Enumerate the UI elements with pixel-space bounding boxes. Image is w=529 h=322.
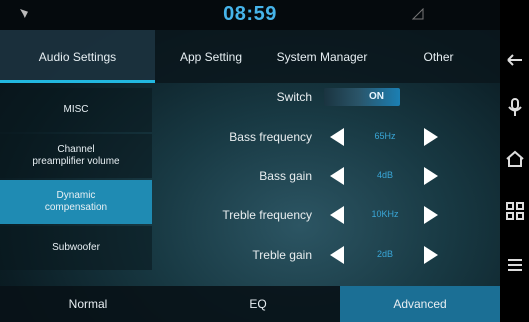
sidebar-item-misc[interactable]: MISC	[0, 88, 152, 132]
bass-frequency-label: Bass frequency	[229, 130, 312, 144]
tab-eq[interactable]: EQ	[176, 286, 340, 322]
bass-frequency-row: Bass frequency 65Hz	[152, 123, 500, 153]
system-nav-bar	[500, 0, 529, 322]
mic-icon[interactable]	[504, 96, 526, 118]
tab-app-setting[interactable]: App Setting	[155, 30, 267, 83]
tab-audio-settings[interactable]: Audio Settings	[0, 30, 155, 83]
bass-gain-row: Bass gain 4dB	[152, 162, 500, 192]
sound-mode-tabs: Normal EQ Advanced	[0, 286, 500, 322]
switch-toggle[interactable]: ON	[324, 88, 400, 106]
bass-gain-increase-icon[interactable]	[424, 167, 438, 185]
tab-normal[interactable]: Normal	[0, 286, 176, 322]
treble-gain-value: 2dB	[376, 249, 393, 259]
back-icon[interactable]	[504, 49, 526, 71]
treble-frequency-row: Treble frequency 10KHz	[152, 201, 500, 231]
sidebar-item-channel-preamplifier-volume[interactable]: Channel preamplifier volume	[0, 134, 152, 178]
bass-gain-value: 4dB	[376, 170, 393, 180]
clock: 08:59	[223, 3, 277, 25]
tab-system-manager[interactable]: System Manager	[267, 30, 377, 83]
treble-gain-increase-icon[interactable]	[424, 246, 438, 264]
switch-state: ON	[369, 91, 384, 102]
dynamic-compensation-settings: Switch ON Bass frequency 65Hz Bass gain …	[152, 86, 500, 276]
sidebar-item-label: Channel preamplifier volume	[32, 144, 120, 167]
tab-other[interactable]: Other	[377, 30, 500, 83]
tab-advanced[interactable]: Advanced	[340, 286, 500, 322]
bass-frequency-increase-icon[interactable]	[424, 128, 438, 146]
bass-frequency-value: 65Hz	[374, 131, 396, 141]
sidebar-item-label: MISC	[63, 104, 89, 115]
treble-gain-label: Treble gain	[252, 248, 312, 262]
treble-frequency-increase-icon[interactable]	[424, 206, 438, 224]
treble-frequency-label: Treble frequency	[222, 208, 312, 222]
switch-row: Switch ON	[152, 86, 500, 116]
recent-icon[interactable]	[504, 252, 526, 274]
treble-frequency-value: 10KHz	[371, 209, 399, 219]
settings-tabs: Audio Settings App Setting System Manage…	[0, 30, 500, 83]
home-icon[interactable]	[504, 148, 526, 170]
signal-icon	[412, 8, 424, 20]
bass-gain-decrease-icon[interactable]	[330, 167, 344, 185]
treble-frequency-decrease-icon[interactable]	[330, 206, 344, 224]
audio-sidebar: MISC Channel preamplifier volume Dynamic…	[0, 88, 152, 273]
switch-label: Switch	[276, 90, 312, 104]
treble-gain-row: Treble gain 2dB	[152, 241, 500, 271]
status-bar: 08:59	[0, 0, 500, 30]
head-unit-screen: 08:59 Audio Settings App Setting System …	[0, 0, 500, 322]
apps-icon[interactable]	[504, 200, 526, 222]
sidebar-item-dynamic-compensation[interactable]: Dynamic compensation	[0, 180, 152, 224]
bass-gain-label: Bass gain	[259, 169, 312, 183]
sidebar-item-label: Subwoofer	[52, 242, 100, 253]
sidebar-item-subwoofer[interactable]: Subwoofer	[0, 226, 152, 270]
sidebar-item-label: Dynamic compensation	[44, 190, 108, 213]
bass-frequency-decrease-icon[interactable]	[330, 128, 344, 146]
treble-gain-decrease-icon[interactable]	[330, 246, 344, 264]
